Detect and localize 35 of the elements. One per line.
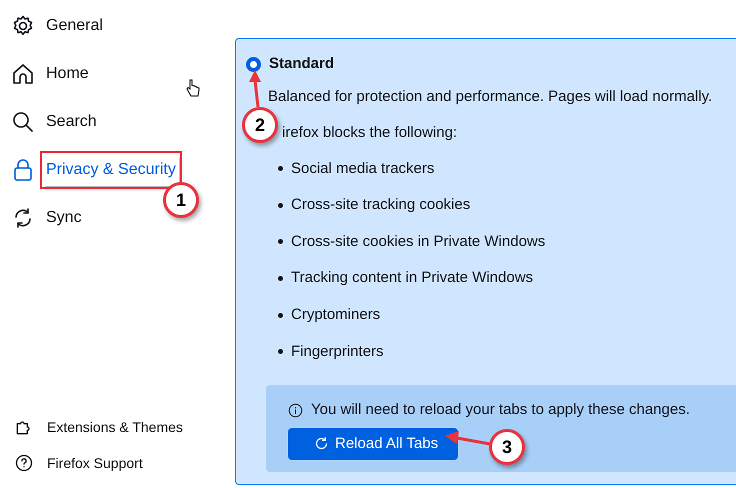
notice-text: You will need to reload your tabs to apply these changes. (311, 400, 690, 420)
list-item: Fingerprinters (291, 342, 384, 362)
annotation-arrow (445, 431, 490, 446)
callout-number: 1 (163, 182, 199, 218)
reload-icon (314, 436, 329, 452)
list-item: Cross-site tracking cookies (291, 195, 470, 216)
list-item: Social media trackers (291, 158, 434, 179)
hand-cursor-icon (186, 79, 200, 97)
bullet-icon (278, 276, 283, 282)
bullet-icon (278, 166, 283, 172)
sidebar-link[interactable]: Extensions & Themes (47, 416, 183, 438)
sidebar-item[interactable]: Search (43, 106, 100, 138)
list-heading: irefox blocks the following: (282, 123, 458, 143)
bullet-icon (278, 239, 283, 244)
search-icon (11, 110, 35, 134)
sidebar-item[interactable]: Sync (43, 202, 85, 234)
bullet-icon (278, 202, 283, 208)
info-icon (288, 402, 303, 418)
reload-button[interactable]: Reload All Tabs (288, 428, 458, 460)
gear-icon (11, 14, 35, 38)
option-label: Standard (269, 54, 334, 74)
annotation-arrow (249, 70, 261, 108)
list-item: Cryptominers (291, 304, 380, 325)
list-item: Cross-site cookies in Private Windows (291, 232, 546, 252)
lock-icon (11, 158, 35, 182)
bullet-icon (278, 349, 283, 354)
radio-button[interactable] (246, 56, 261, 72)
help-icon (14, 453, 34, 473)
bullet-icon (278, 312, 283, 318)
sidebar-item[interactable]: Home (43, 58, 92, 90)
home-icon (11, 62, 35, 86)
description-text: Balanced for protection and performance. Pages will load normally. (268, 86, 714, 106)
sidebar-item[interactable]: General (43, 10, 106, 42)
sidebar-link[interactable]: Firefox Support (47, 452, 143, 474)
list-item: Tracking content in Private Windows (291, 268, 534, 288)
